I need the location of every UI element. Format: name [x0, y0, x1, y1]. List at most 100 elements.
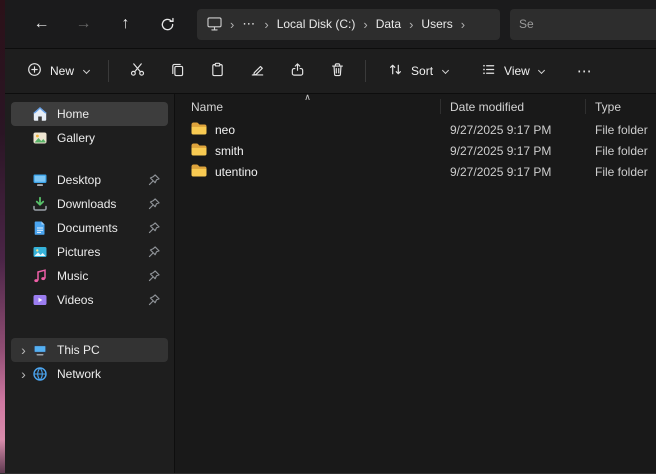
sidebar-item-label: Pictures [57, 245, 147, 259]
refresh-button[interactable] [151, 9, 184, 39]
new-plus-icon [27, 62, 42, 80]
this-pc-icon [32, 342, 48, 358]
view-icon [481, 62, 496, 80]
back-arrow-icon: ← [34, 15, 50, 33]
name-cell: utentino [175, 164, 440, 180]
rename-icon [250, 62, 265, 80]
sidebar-item-network[interactable]: › Network [11, 362, 168, 386]
toolbar-divider [365, 60, 366, 82]
column-header-name[interactable]: Name ∧ [175, 94, 440, 119]
breadcrumb-segment-local-disk-c[interactable]: Local Disk (C:) [277, 17, 356, 31]
sidebar-item-music[interactable]: Music [11, 264, 168, 288]
breadcrumb[interactable]: › ⋯ › Local Disk (C:) › Data › Users › [197, 9, 500, 40]
folder-icon [191, 143, 207, 159]
more-icon: ⋯ [577, 62, 593, 80]
sort-button-label: Sort [411, 64, 433, 78]
sidebar-item-gallery[interactable]: Gallery [11, 126, 168, 150]
copy-icon [170, 62, 185, 80]
column-header-date-modified[interactable]: Date modified [440, 94, 585, 119]
desktop-icon [32, 172, 48, 188]
chevron-down-icon [538, 67, 546, 75]
column-headers: Name ∧ Date modified Type [175, 94, 656, 119]
file-name: utentino [215, 165, 258, 179]
explorer-body: Home Gallery [5, 94, 656, 473]
name-cell: smith [175, 143, 440, 159]
breadcrumb-overflow-button[interactable]: ⋯ [242, 16, 256, 32]
sort-icon [388, 62, 403, 80]
sidebar-item-desktop[interactable]: Desktop [11, 168, 168, 192]
refresh-icon [160, 17, 175, 32]
folder-icon [191, 164, 207, 180]
music-icon [32, 268, 48, 284]
view-button-label: View [504, 64, 530, 78]
rename-button[interactable] [238, 55, 276, 87]
type-cell: File folder [585, 144, 656, 158]
up-button[interactable]: ↑ [109, 9, 142, 39]
chevron-down-icon [82, 67, 90, 75]
column-label-date-modified: Date modified [450, 100, 524, 114]
sidebar-item-label: Network [57, 367, 161, 381]
back-button[interactable]: ← [25, 9, 58, 39]
new-button[interactable]: New [17, 55, 100, 87]
chevron-down-icon [441, 67, 449, 75]
pin-icon [147, 245, 161, 259]
breadcrumb-segment-data[interactable]: Data [376, 17, 401, 31]
file-name: neo [215, 123, 235, 137]
breadcrumb-chevron-icon[interactable]: › [264, 18, 268, 31]
sort-button[interactable]: Sort [378, 55, 459, 87]
copy-button[interactable] [158, 55, 196, 87]
sidebar-item-home[interactable]: Home [11, 102, 168, 126]
sidebar-item-videos[interactable]: Videos [11, 288, 168, 312]
file-row-utentino[interactable]: utentino 9/27/2025 9:17 PM File folder [175, 161, 656, 182]
monitor-icon [207, 17, 222, 31]
documents-icon [32, 220, 48, 236]
chevron-right-icon[interactable]: › [15, 367, 32, 381]
date-modified-cell: 9/27/2025 9:17 PM [440, 123, 585, 137]
sidebar-item-downloads[interactable]: Downloads [11, 192, 168, 216]
forward-arrow-icon: → [76, 15, 92, 33]
breadcrumb-chevron-icon[interactable]: › [230, 18, 234, 31]
sidebar-item-label: Downloads [57, 197, 147, 211]
window-edge-accent [0, 0, 5, 473]
paste-button[interactable] [198, 55, 236, 87]
see-more-button[interactable]: ⋯ [566, 55, 604, 87]
sidebar-item-this-pc[interactable]: › This PC [11, 338, 168, 362]
type-cell: File folder [585, 123, 656, 137]
pin-icon [147, 293, 161, 307]
view-button[interactable]: View [471, 55, 556, 87]
column-header-type[interactable]: Type [585, 94, 656, 119]
sidebar-item-label: Home [57, 107, 161, 121]
navigation-pane: Home Gallery [5, 94, 175, 473]
breadcrumb-segment-users[interactable]: Users [421, 17, 452, 31]
pin-icon [147, 173, 161, 187]
sort-ascending-indicator: ∧ [304, 93, 311, 102]
column-label-type: Type [595, 100, 621, 114]
file-name: smith [215, 144, 244, 158]
forward-button[interactable]: → [67, 9, 100, 39]
sidebar-item-label: Music [57, 269, 147, 283]
pin-icon [147, 221, 161, 235]
home-icon [32, 106, 48, 122]
new-button-label: New [50, 64, 74, 78]
downloads-icon [32, 196, 48, 212]
cut-icon [130, 62, 145, 80]
file-row-smith[interactable]: smith 9/27/2025 9:17 PM File folder [175, 140, 656, 161]
cut-button[interactable] [118, 55, 156, 87]
delete-button[interactable] [318, 55, 356, 87]
breadcrumb-chevron-icon[interactable]: › [363, 18, 367, 31]
sidebar-item-label: Gallery [57, 131, 161, 145]
sidebar-item-pictures[interactable]: Pictures [11, 240, 168, 264]
share-button[interactable] [278, 55, 316, 87]
date-modified-cell: 9/27/2025 9:17 PM [440, 144, 585, 158]
navigation-bar: ← → ↑ [5, 0, 656, 48]
file-row-neo[interactable]: neo 9/27/2025 9:17 PM File folder [175, 119, 656, 140]
search-input[interactable] [510, 9, 656, 40]
paste-icon [210, 62, 225, 80]
breadcrumb-chevron-icon[interactable]: › [409, 18, 413, 31]
file-explorer-window: ← → ↑ [0, 0, 656, 474]
sidebar-item-documents[interactable]: Documents [11, 216, 168, 240]
breadcrumb-chevron-icon[interactable]: › [461, 18, 465, 31]
sidebar-item-label: Desktop [57, 173, 147, 187]
network-icon [32, 366, 48, 382]
chevron-right-icon[interactable]: › [15, 343, 32, 357]
